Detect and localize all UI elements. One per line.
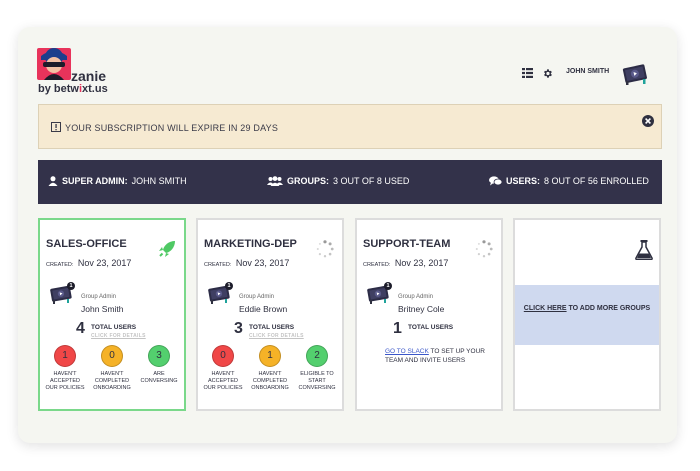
created-date: CREATED: Nov 23, 2017 [46,258,132,268]
total-users-label: TOTAL USERS [408,324,454,331]
group-admin-name: Britney Cole [398,304,445,314]
list-icon[interactable] [522,68,533,78]
metric-not-accepted: 0 HAVEN'T ACCEPTED OUR POLICIES [202,345,244,392]
group-admin-label: Group Admin [398,294,434,300]
created-date: CREATED: Nov 23, 2017 [363,258,449,268]
metric-not-onboarded: 1 HAVEN'T COMPLETED ONBOARDING [249,345,291,392]
add-group-card[interactable]: CLICK HERE TO ADD MORE GROUPS [513,218,661,411]
details-link[interactable]: CLICK FOR DETAILS [249,333,304,339]
alert-message: YOUR SUBSCRIPTION WILL EXPIRE IN 29 DAYS [65,123,279,133]
stat-users: USERS: 8 OUT OF 56 ENROLLED [489,176,649,186]
loading-spinner-icon [475,240,493,258]
brand-name: zanie [71,68,107,84]
slack-instructions: GO TO SLACK TO SET UP YOUR TEAM AND INVI… [385,348,485,364]
go-to-slack-link[interactable]: GO TO SLACK [385,348,429,355]
metric-eligible: 2 ELIGIBLE TO START CONVERSING [296,345,338,392]
user-icon [48,176,58,186]
group-card-marketing-dep[interactable]: MARKETING-DEP CREATED: Nov 23, 2017 1 Gr… [196,218,344,411]
group-card-sales-office[interactable]: SALES-OFFICE CREATED: Nov 23, 2017 1 Gro… [38,218,186,411]
subscription-alert: YOUR SUBSCRIPTION WILL EXPIRE IN 29 DAYS [38,104,662,149]
total-users-label: TOTAL USERS [249,324,295,331]
loading-spinner-icon [316,240,334,258]
warning-icon [51,122,61,132]
rocket-icon [159,241,175,257]
group-admin-name: Eddie Brown [239,304,288,314]
details-link[interactable]: CLICK FOR DETAILS [91,333,146,339]
total-users-label: TOTAL USERS [91,324,137,331]
admin-count-badge: 1 [227,283,231,289]
flask-icon [635,240,653,260]
group-admin-label: Group Admin [81,294,117,300]
logo-tile [37,48,71,80]
add-group-panel[interactable]: CLICK HERE TO ADD MORE GROUPS [515,285,659,345]
group-admin-label: Group Admin [239,294,275,300]
metric-not-onboarded: 0 HAVEN'T COMPLETED ONBOARDING [91,345,133,392]
stat-groups: GROUPS: 3 OUT OF 8 USED [267,176,409,186]
brand-tagline: by betwixt.us [38,83,108,95]
group-title: SALES-OFFICE [46,238,127,250]
stats-bar: SUPER ADMIN: JOHN SMITH GROUPS: 3 OUT OF 8… [38,160,662,204]
chat-icon [489,176,502,186]
stat-super-admin: SUPER ADMIN: JOHN SMITH [48,176,187,186]
group-card-support-team[interactable]: SUPPORT-TEAM CREATED: Nov 23, 2017 1 Gro… [355,218,503,411]
user-avatar[interactable] [622,62,650,86]
metric-not-accepted: 1 HAVEN'T ACCEPTED OUR POLICIES [44,345,86,392]
gear-icon[interactable] [542,68,553,79]
total-users-count: 4 [76,320,85,337]
admin-count-badge: 1 [386,283,390,289]
close-icon[interactable] [642,115,654,127]
header-user-name[interactable]: JOHN SMITH [566,68,609,75]
created-date: CREATED: Nov 23, 2017 [204,258,290,268]
admin-count-badge: 1 [69,283,73,289]
group-title: SUPPORT-TEAM [363,238,451,250]
logo-mascot-icon [41,48,67,80]
total-users-count: 3 [234,320,243,337]
group-title: MARKETING-DEP [204,238,297,250]
metric-conversing: 3 ARE CONVERSING [138,345,180,385]
total-users-count: 1 [393,320,402,337]
group-icon [267,176,283,186]
group-admin-name: John Smith [81,304,124,314]
add-group-link[interactable]: CLICK HERE [524,305,567,312]
